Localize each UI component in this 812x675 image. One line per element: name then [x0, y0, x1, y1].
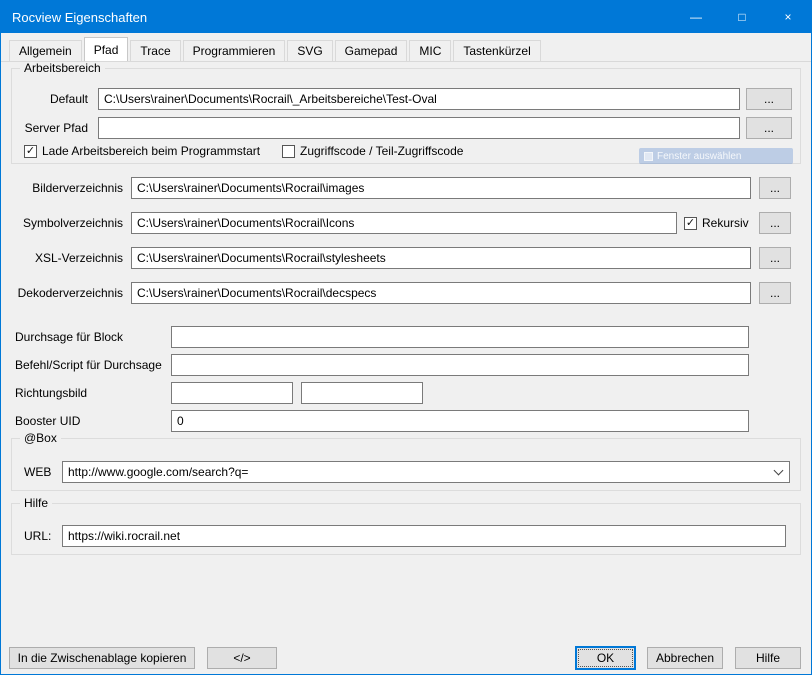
fading-tooltip-overlay: Fenster auswählen — [639, 148, 793, 164]
recursive-checkbox[interactable]: ✓ Rekursiv — [684, 215, 749, 231]
minimize-icon[interactable]: — — [673, 1, 719, 33]
help-button[interactable]: Hilfe — [735, 647, 801, 669]
web-combobox-value: http://www.google.com/search?q= — [68, 465, 769, 479]
help-url-input[interactable] — [62, 525, 786, 547]
announce-command-input[interactable] — [171, 354, 749, 376]
access-code-checkbox[interactable]: Zugriffscode / Teil-Zugriffscode — [282, 143, 463, 159]
window-title: Rocview Eigenschaften — [1, 10, 147, 25]
server-path-label: Server Pfad — [12, 117, 88, 139]
tab-divider — [1, 61, 811, 62]
xsl-dir-label: XSL-Verzeichnis — [11, 247, 123, 269]
web-label: WEB — [24, 461, 51, 483]
ok-button[interactable]: OK — [575, 646, 636, 670]
tab-gamepad[interactable]: Gamepad — [335, 40, 408, 61]
default-browse-button[interactable]: ... — [746, 88, 792, 110]
group-atbox-title: @Box — [20, 431, 61, 445]
tab-trace[interactable]: Trace — [130, 40, 180, 61]
load-workspace-checkbox[interactable]: ✓ Lade Arbeitsbereich beim Programmstart — [24, 143, 260, 159]
fading-tooltip-text: Fenster auswählen — [657, 151, 742, 162]
icons-dir-browse-button[interactable]: ... — [759, 212, 791, 234]
images-dir-input[interactable] — [131, 177, 751, 199]
server-path-input[interactable] — [98, 117, 740, 139]
images-dir-browse-button[interactable]: ... — [759, 177, 791, 199]
announce-command-label: Befehl/Script für Durchsage — [15, 354, 162, 376]
default-label: Default — [12, 88, 88, 110]
tab-tastenkuerzel[interactable]: Tastenkürzel — [453, 40, 540, 61]
tab-strip: Allgemein Pfad Trace Programmieren SVG G… — [9, 37, 543, 61]
rocview-properties-dialog: Rocview Eigenschaften — □ × Allgemein Pf… — [0, 0, 812, 675]
cancel-button[interactable]: Abbrechen — [647, 647, 723, 669]
tab-svg[interactable]: SVG — [287, 40, 332, 61]
close-icon[interactable]: × — [765, 1, 811, 33]
booster-uid-input[interactable] — [171, 410, 749, 432]
decoder-dir-browse-button[interactable]: ... — [759, 282, 791, 304]
load-workspace-checkbox-label: Lade Arbeitsbereich beim Programmstart — [42, 144, 260, 158]
web-combobox[interactable]: http://www.google.com/search?q= — [62, 461, 790, 483]
recursive-checkbox-label: Rekursiv — [702, 216, 749, 230]
group-hilfe: Hilfe URL: — [11, 503, 801, 555]
direction-image-label: Richtungsbild — [15, 382, 87, 404]
direction-image-left-input[interactable] — [171, 382, 293, 404]
help-url-label: URL: — [24, 525, 51, 547]
booster-uid-label: Booster UID — [15, 410, 80, 432]
decoder-dir-label: Dekoderverzeichnis — [11, 282, 123, 304]
icons-dir-input[interactable] — [131, 212, 677, 234]
images-dir-label: Bilderverzeichnis — [11, 177, 123, 199]
server-path-browse-button[interactable]: ... — [746, 117, 792, 139]
copy-to-clipboard-button[interactable]: In die Zwischenablage kopieren — [9, 647, 195, 669]
icons-dir-label: Symbolverzeichnis — [11, 212, 123, 234]
xsl-dir-input[interactable] — [131, 247, 751, 269]
tab-programmieren[interactable]: Programmieren — [183, 40, 286, 61]
title-bar[interactable]: Rocview Eigenschaften — □ × — [1, 1, 811, 33]
checkbox-mark-icon: ✓ — [24, 145, 37, 158]
window-select-icon — [644, 152, 653, 161]
tab-pfad[interactable]: Pfad — [84, 37, 129, 61]
tab-allgemein[interactable]: Allgemein — [9, 40, 82, 61]
group-atbox: @Box WEB http://www.google.com/search?q= — [11, 438, 801, 491]
maximize-icon[interactable]: □ — [719, 1, 765, 33]
xsl-dir-browse-button[interactable]: ... — [759, 247, 791, 269]
checkbox-mark-icon: ✓ — [684, 217, 697, 230]
direction-image-right-input[interactable] — [301, 382, 423, 404]
group-hilfe-title: Hilfe — [20, 496, 52, 510]
announce-block-label: Durchsage für Block — [15, 326, 123, 348]
announce-block-input[interactable] — [171, 326, 749, 348]
default-workspace-input[interactable] — [98, 88, 740, 110]
decoder-dir-input[interactable] — [131, 282, 751, 304]
tab-mic[interactable]: MIC — [409, 40, 451, 61]
code-view-button[interactable]: </> — [207, 647, 277, 669]
caption-buttons: — □ × — [673, 1, 811, 33]
chevron-down-icon[interactable] — [774, 466, 784, 476]
group-arbeitsbereich-title: Arbeitsbereich — [20, 61, 105, 75]
access-code-checkbox-label: Zugriffscode / Teil-Zugriffscode — [300, 144, 463, 158]
checkbox-mark-icon — [282, 145, 295, 158]
